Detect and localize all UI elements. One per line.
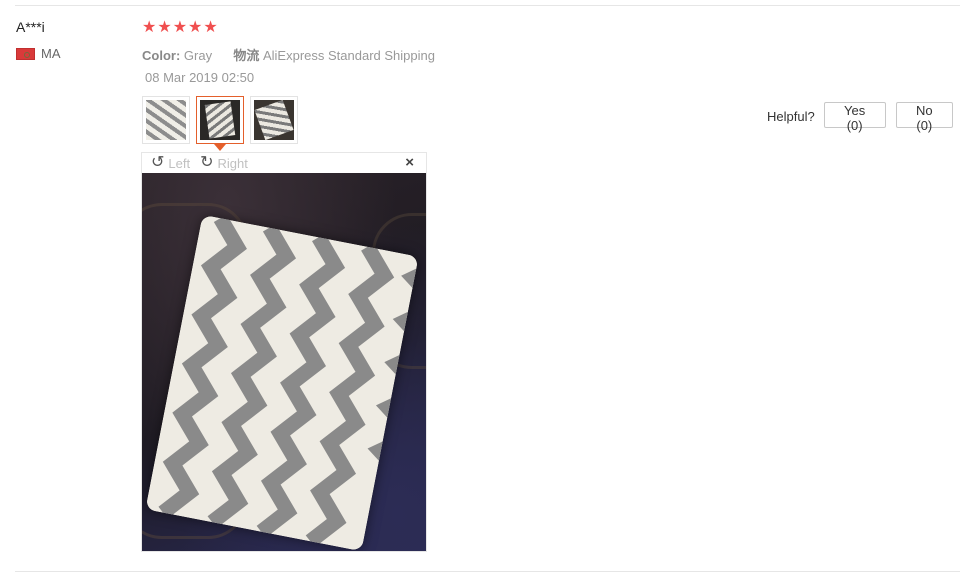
review-photo (142, 173, 426, 551)
thumbnail-image (200, 100, 240, 140)
flag-icon (16, 47, 35, 60)
helpful-yes-button[interactable]: Yes (0) (823, 102, 886, 133)
star-icon: ★ (157, 19, 172, 36)
rotate-right-label: Right (217, 155, 248, 171)
color-label: Color: (142, 48, 181, 63)
shipping-value: AliExpress Standard Shipping (262, 48, 435, 63)
reviewer-country: MA (16, 46, 61, 61)
thumbnail-image (146, 100, 186, 140)
star-icon: ★ (172, 19, 188, 36)
photo-thumbnail-2[interactable] (196, 96, 244, 151)
bottom-divider (15, 571, 960, 572)
order-attributes: Color: Gray 物流 AliExpress Standard Shipp… (142, 45, 435, 64)
star-icon: ★ (142, 19, 157, 36)
thumbnail-image (254, 99, 294, 141)
rotate-left-label: Left (168, 155, 191, 171)
viewer-toolbar: ↺ Left ↻ Right × (142, 153, 426, 173)
rotate-left-button[interactable]: ↺ Left (151, 155, 190, 171)
helpful-label: Helpful? (767, 109, 815, 124)
photo-thumbnails (142, 96, 298, 151)
rotate-left-icon: ↺ (151, 154, 165, 171)
review-date: 08 Mar 2019 02:50 (145, 70, 255, 85)
top-divider (15, 5, 960, 6)
color-value: Gray (183, 48, 213, 63)
star-rating: ★ ★ ★ ★ ★ (142, 20, 218, 36)
helpful-no-button[interactable]: No (0) (895, 102, 953, 133)
helpful-vote: Helpful? Yes (0) No (0) (767, 102, 963, 133)
shipping-label: 物流 (233, 48, 260, 63)
photo-viewer: ↺ Left ↻ Right × (141, 152, 427, 552)
country-code: MA (41, 46, 61, 61)
star-icon: ★ (203, 19, 218, 36)
star-icon: ★ (188, 19, 203, 36)
reviewer-name: A***i (16, 19, 45, 35)
photo-thumbnail-1[interactable] (142, 96, 190, 144)
rotate-right-button[interactable]: ↻ Right (200, 155, 248, 171)
close-icon[interactable]: × (405, 155, 414, 171)
rotate-right-icon: ↻ (200, 154, 214, 171)
photo-thumbnail-3[interactable] (250, 96, 298, 144)
